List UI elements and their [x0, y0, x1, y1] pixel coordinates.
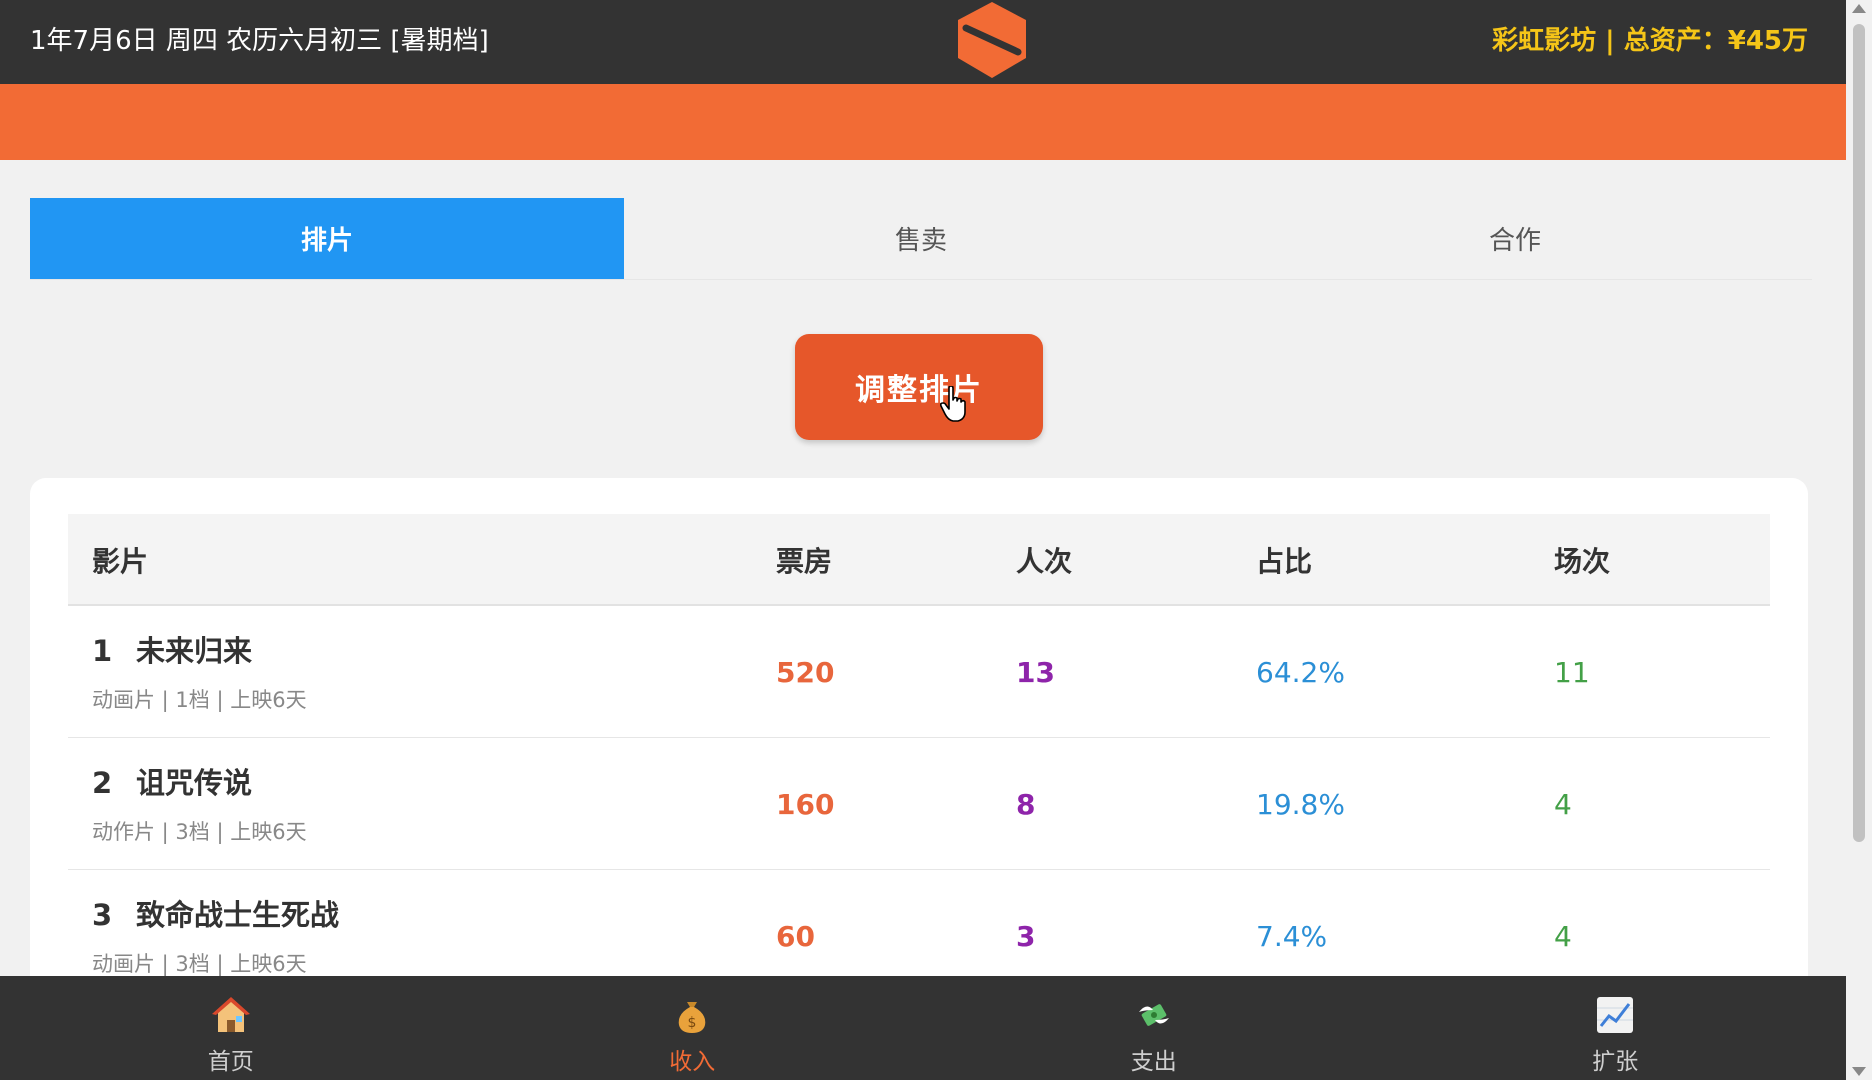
adjust-schedule-button[interactable]: 调整排片 [795, 334, 1043, 440]
people-value: 13 [1016, 655, 1055, 689]
film-cell: 2 诅咒传说 动作片 | 3档 | 上映6天 [92, 760, 307, 846]
nav-home-label: 首页 [207, 1049, 254, 1075]
scroll-up-arrow-icon[interactable] [1852, 4, 1866, 13]
nav-expand-label: 扩张 [1592, 1049, 1639, 1075]
film-cell: 3 致命战士生死战 动画片 | 3档 | 上映6天 [92, 892, 339, 978]
people-value: 8 [1016, 787, 1036, 821]
tab-schedule[interactable]: 排片 [30, 198, 624, 279]
hexagon-logo-icon [958, 2, 1026, 78]
box-office-value: 520 [776, 655, 835, 689]
orange-banner [0, 84, 1846, 160]
top-bar: 1年7月6日 周四 农历六月初三 [暑期档] 彩虹影坊 | 总资产：¥45万 [0, 0, 1846, 84]
studio-assets: 彩虹影坊 | 总资产：¥45万 [1492, 26, 1808, 56]
shows-value: 4 [1554, 787, 1572, 821]
box-office-value: 160 [776, 787, 835, 821]
hand-cursor-icon [940, 386, 966, 422]
share-value: 64.2% [1256, 655, 1345, 689]
money-wings-icon [1138, 1004, 1169, 1026]
table-header: 影片 票房 人次 占比 场次 [68, 514, 1770, 606]
film-title: 未来归来 [136, 634, 253, 668]
film-title: 致命战士生死战 [136, 898, 340, 932]
table-row[interactable]: 1 未来归来 动画片 | 1档 | 上映6天 520 13 64.2% 11 [68, 606, 1770, 738]
shows-value: 11 [1554, 655, 1590, 689]
film-index: 3 [92, 898, 113, 932]
schedule-table: 影片 票房 人次 占比 场次 1 未来归来 动画片 | 1档 | 上映6天 520… [68, 514, 1770, 1002]
nav-expense[interactable]: 支出 [923, 976, 1385, 1080]
film-meta: 动画片 | 3档 | 上映6天 [92, 952, 307, 976]
film-index: 1 [92, 634, 113, 668]
nav-expand[interactable]: 扩张 [1385, 976, 1847, 1080]
tab-sales[interactable]: 售卖 [624, 198, 1218, 279]
nav-home[interactable]: 首页 [0, 976, 462, 1080]
col-header-share: 占比 [1256, 545, 1313, 578]
nav-expense-label: 支出 [1130, 1049, 1177, 1075]
film-meta: 动画片 | 1档 | 上映6天 [92, 688, 307, 712]
table-row[interactable]: 2 诅咒传说 动作片 | 3档 | 上映6天 160 8 19.8% 4 [68, 738, 1770, 870]
game-date: 1年7月6日 周四 农历六月初三 [暑期档] [30, 26, 489, 56]
scroll-down-arrow-icon[interactable] [1852, 1067, 1866, 1076]
scroll-thumb[interactable] [1853, 24, 1865, 842]
film-index: 2 [92, 766, 113, 800]
film-title: 诅咒传说 [136, 766, 253, 800]
col-header-film: 影片 [92, 545, 149, 578]
share-value: 19.8% [1256, 787, 1345, 821]
svg-text:$: $ [688, 1015, 697, 1031]
schedule-card: 影片 票房 人次 占比 场次 1 未来归来 动画片 | 1档 | 上映6天 520… [30, 478, 1808, 1018]
col-header-box-office: 票房 [776, 545, 833, 578]
film-meta: 动作片 | 3档 | 上映6天 [92, 820, 307, 844]
house-icon [211, 997, 250, 1032]
money-bag-icon: $ [678, 1002, 706, 1033]
tab-bar: 排片 售卖 合作 [30, 198, 1812, 280]
nav-income[interactable]: $ 收入 [462, 976, 924, 1080]
film-cell: 1 未来归来 动画片 | 1档 | 上映6天 [92, 628, 307, 714]
bottom-nav: 首页 $ 收入 支出 扩张 [0, 976, 1846, 1080]
nav-income-label: 收入 [669, 1049, 716, 1075]
col-header-shows: 场次 [1554, 545, 1611, 578]
page-scrollbar[interactable] [1846, 0, 1872, 1080]
chart-up-icon [1597, 997, 1634, 1033]
col-header-people: 人次 [1016, 545, 1073, 578]
tab-cooperation[interactable]: 合作 [1218, 198, 1812, 279]
